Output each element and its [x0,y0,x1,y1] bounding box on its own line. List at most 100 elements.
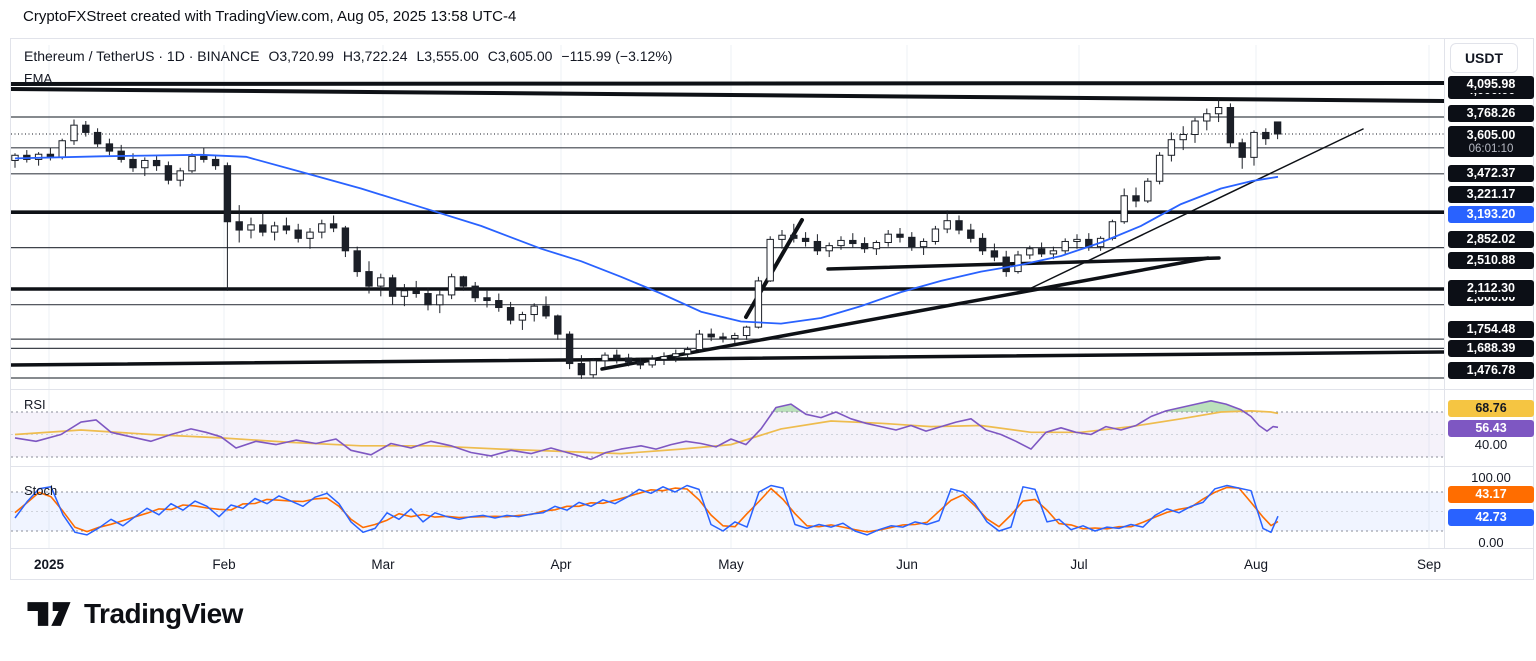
time-tick-jun: Jun [896,557,918,572]
trendline[interactable] [11,352,1444,365]
candle-body [342,228,348,251]
stoch-indicator-label[interactable]: Stoch [24,483,57,498]
candle-body [1062,241,1068,250]
candle-body [637,362,643,365]
candle-body [130,159,136,167]
price-label-175448: 1,754.48 [1448,321,1534,338]
candle-body [201,156,207,159]
candle-body [614,355,620,358]
axis-label-10000: 100.00 [1448,470,1534,485]
candle-body [743,327,749,335]
rsi-indicator-label[interactable]: RSI [24,397,46,412]
candle-body [330,224,336,228]
candle-body [649,359,655,365]
chart-card: Ethereum / TetherUS · 1D · BINANCE O3,72… [10,38,1534,580]
candle-body [83,125,89,132]
candle-body [578,364,584,375]
candle-body [1003,257,1009,272]
candle-body [779,235,785,239]
candle-body [153,160,159,165]
price-label-211230: 2,112.30 [1448,280,1534,297]
candle-body [519,315,525,321]
candle-body [897,234,903,237]
candle-body [413,291,419,294]
candle-body [1027,249,1033,255]
candle-body [1133,196,1139,201]
candle-body [437,295,443,305]
panel-separator-rsi[interactable] [11,389,1533,390]
time-tick-jul: Jul [1070,557,1087,572]
candle-body [696,334,702,349]
candle-body [732,336,738,339]
candle-body [909,237,915,246]
candle-body [401,291,407,297]
candle-body [1074,239,1080,241]
candle-body [283,226,289,230]
price-axis[interactable]: 4,000.002,000.004,095.983,768.263,605.00… [1448,39,1535,581]
candle-body [484,298,490,301]
trendline[interactable] [602,258,1208,369]
time-tick-mar: Mar [371,557,394,572]
candle-body [1274,122,1280,134]
candle-body [1145,181,1151,201]
candle-body [94,132,100,143]
candle-body [460,277,466,286]
candle-body [142,160,148,167]
currency-toggle-button[interactable]: USDT [1450,43,1518,73]
chart-canvas[interactable] [11,39,1444,581]
time-axis[interactable]: 2025FebMarAprMayJunJulAugSep [11,549,1444,580]
axis-label-4000: 40.00 [1448,437,1534,452]
tradingview-logo: TradingView [26,594,243,634]
tradingview-logo-text: TradingView [84,598,243,630]
price-label-319320: 3,193.20 [1448,206,1534,223]
time-axis-separator [11,548,1533,549]
price-label-347237: 3,472.37 [1448,165,1534,182]
candle-body [295,230,301,238]
ohlc-high: H3,722.24 [343,48,408,64]
candle-body [212,159,218,165]
candle-body [850,240,856,243]
candle-body [543,306,549,316]
candle-body [979,238,985,250]
panel-separator-stoch[interactable] [11,466,1533,467]
candle-body [378,278,384,286]
candle-body [1204,114,1210,121]
candle-body [826,246,832,251]
time-tick-feb: Feb [212,557,235,572]
candle-body [177,171,183,180]
time-tick-apr: Apr [550,557,571,572]
candle-body [1038,249,1044,254]
tradingview-logo-icon [26,594,72,634]
candle-body [307,232,313,238]
candle-body [1180,135,1186,140]
candle-body [236,222,242,230]
price-label-168839: 1,688.39 [1448,340,1534,357]
ema-indicator-label[interactable]: EMA [24,71,52,86]
candle-body [673,354,679,357]
candle-body [248,225,254,230]
ohlc-close: C3,605.00 [488,48,553,64]
time-tick-2025: 2025 [34,557,64,572]
candle-body [106,144,112,151]
candle-body [1156,155,1162,181]
candle-body [1227,108,1233,143]
time-tick-aug: Aug [1244,557,1268,572]
ohlc-open: O3,720.99 [268,48,333,64]
trendline[interactable] [11,89,1444,101]
candle-body [555,316,561,334]
trendline[interactable] [11,83,1444,84]
candle-body [389,278,395,297]
price-change: −115.99 (−3.12%) [561,48,672,64]
time-tick-may: May [718,557,744,572]
price-label-376826: 3,768.26 [1448,105,1534,122]
price-label-360500: 3,605.0006:01:10 [1448,126,1534,157]
candle-body [1215,108,1221,114]
symbol-title: Ethereum / TetherUS · 1D · BINANCE [24,48,259,64]
candle-body [1251,132,1257,157]
candle-body [602,355,608,361]
axis-label-000: 0.00 [1448,535,1534,550]
candle-body [1121,196,1127,222]
candle-body [991,251,997,257]
candle-body [1239,143,1245,158]
candle-body [684,350,690,354]
